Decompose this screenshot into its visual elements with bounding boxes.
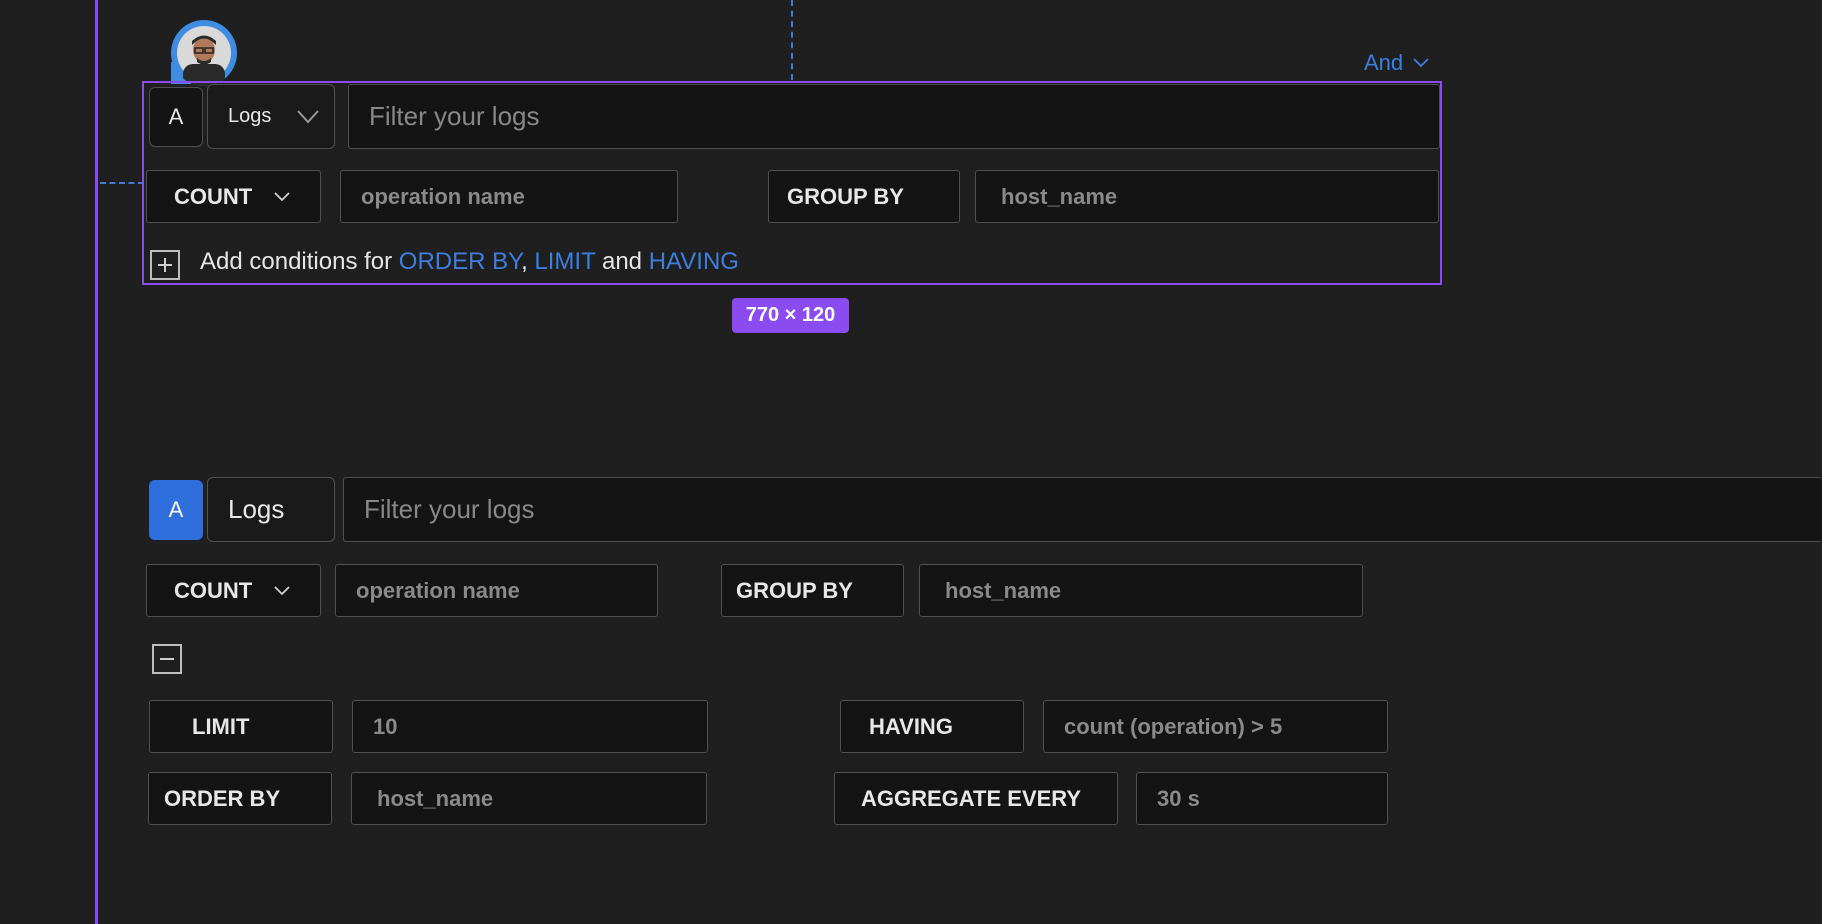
filter-placeholder: Filter your logs <box>369 101 540 131</box>
aggregate-attribute-placeholder: operation name <box>356 577 520 603</box>
measure-guide-vertical <box>791 0 793 80</box>
order-by-input[interactable]: host_name <box>351 772 707 825</box>
user-portrait-icon <box>177 26 231 86</box>
add-conditions-text: Add conditions for ORDER BY, LIMIT and H… <box>200 248 739 276</box>
filter-input[interactable]: Filter your logs <box>348 84 1440 149</box>
group-by-label-box: GROUP BY <box>721 564 904 617</box>
limit-placeholder: 10 <box>373 713 398 739</box>
plus-icon <box>158 258 172 272</box>
filter-input[interactable]: Filter your logs <box>343 477 1822 542</box>
order-by-label-box: ORDER BY <box>148 772 332 825</box>
selection-size-badge: 770 × 120 <box>732 298 849 333</box>
limit-input[interactable]: 10 <box>352 700 708 753</box>
having-input[interactable]: count (operation) > 5 <box>1043 700 1388 753</box>
aggregate-operator-select[interactable]: COUNT <box>146 170 321 223</box>
group-by-label: GROUP BY <box>736 577 853 603</box>
group-by-label-box: GROUP BY <box>768 170 960 223</box>
group-by-placeholder: host_name <box>1001 183 1118 209</box>
filter-placeholder: Filter your logs <box>364 494 535 524</box>
having-label: HAVING <box>869 713 953 739</box>
order-by-label: ORDER BY <box>164 785 281 811</box>
chevron-down-icon <box>297 109 320 123</box>
query-letter[interactable]: A <box>149 87 203 147</box>
limit-link[interactable]: LIMIT <box>534 248 595 275</box>
aggregate-attribute-placeholder: operation name <box>361 183 525 209</box>
aggregate-every-placeholder: 30 s <box>1157 785 1200 811</box>
data-source-label: Logs <box>228 494 285 524</box>
add-conditions-prefix: Add conditions for <box>200 248 393 275</box>
query-letter-active[interactable]: A <box>149 480 203 540</box>
group-by-input[interactable]: host_name <box>975 170 1439 223</box>
aggregate-attribute-input[interactable]: operation name <box>335 564 658 617</box>
collapse-conditions-button[interactable] <box>152 644 182 674</box>
aggregate-every-label-box: AGGREGATE EVERY <box>834 772 1118 825</box>
and-word: and <box>601 248 643 275</box>
order-by-link[interactable]: ORDER BY <box>399 248 521 275</box>
aggregate-attribute-input[interactable]: operation name <box>340 170 678 223</box>
having-label-box: HAVING <box>840 700 1024 753</box>
aggregate-every-input[interactable]: 30 s <box>1136 772 1388 825</box>
minus-icon <box>160 658 174 660</box>
comma-separator: , <box>521 248 528 275</box>
measure-guide-horizontal <box>100 182 144 184</box>
data-source-select[interactable]: Logs <box>207 84 335 149</box>
having-link[interactable]: HAVING <box>649 248 739 275</box>
add-conditions-button[interactable] <box>150 250 180 280</box>
aggregate-every-label: AGGREGATE EVERY <box>861 785 1082 811</box>
chevron-down-icon <box>1413 58 1429 68</box>
and-dropdown-label: And <box>1364 50 1404 75</box>
selection-guide-line <box>95 0 98 924</box>
group-by-input[interactable]: host_name <box>919 564 1363 617</box>
aggregate-operator-label: COUNT <box>174 577 253 603</box>
limit-label-box: LIMIT <box>149 700 333 753</box>
data-source-select[interactable]: Logs <box>207 477 335 542</box>
group-by-placeholder: host_name <box>945 577 1062 603</box>
group-by-label: GROUP BY <box>787 183 904 209</box>
limit-label: LIMIT <box>192 713 250 739</box>
aggregate-operator-label: COUNT <box>174 183 253 209</box>
having-placeholder: count (operation) > 5 <box>1064 713 1283 739</box>
chevron-down-icon <box>274 191 290 201</box>
and-or-dropdown[interactable]: And <box>1364 50 1429 76</box>
order-by-placeholder: host_name <box>377 785 494 811</box>
data-source-label: Logs <box>228 105 272 127</box>
chevron-down-icon <box>274 585 290 595</box>
avatar[interactable] <box>171 20 237 86</box>
aggregate-operator-select[interactable]: COUNT <box>146 564 321 617</box>
